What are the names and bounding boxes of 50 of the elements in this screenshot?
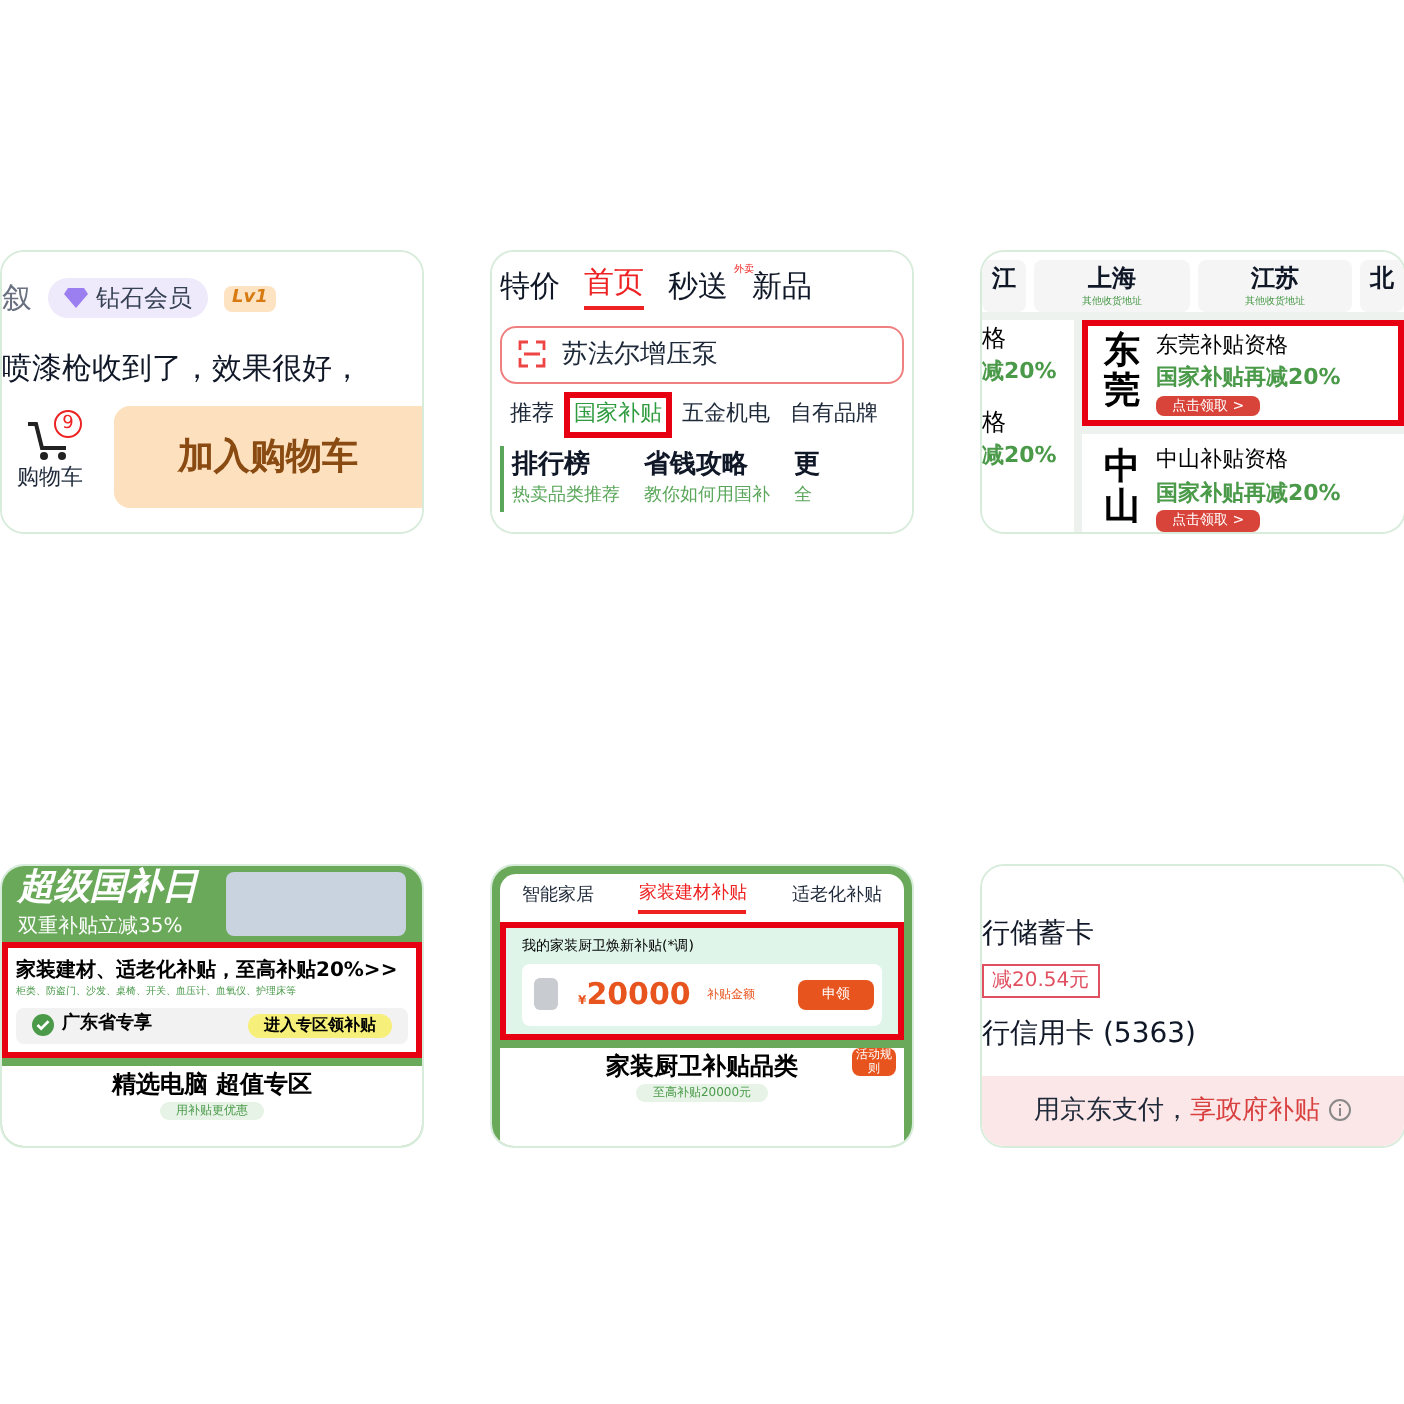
region-title: 中山补贴资格	[1156, 444, 1288, 476]
top-tab[interactable]: 新品	[752, 264, 812, 309]
category-tab[interactable]: 五金机电	[672, 392, 780, 437]
info-icon	[1328, 1098, 1352, 1123]
region-label: 广东省专享	[62, 1012, 152, 1038]
review-text: 喷漆枪收到了，效果很好，	[2, 347, 364, 389]
bank-card-name: 行储蓄卡	[982, 916, 1094, 954]
region-offer: 国家补贴再减20%	[1156, 362, 1341, 394]
card-title: 省钱攻略	[644, 447, 750, 483]
row-title: 格	[982, 406, 1008, 440]
shield-check-icon	[32, 1014, 54, 1037]
city-tab[interactable]: 上海	[1087, 260, 1136, 296]
row-title: 格	[982, 321, 1008, 355]
city-label: 东莞	[1104, 332, 1140, 413]
user-name: 叙	[2, 278, 32, 320]
city-label: 中山	[1104, 447, 1140, 528]
section-title: 家装厨卫补贴品类	[606, 1049, 798, 1083]
member-badge: 钻石会员	[48, 278, 208, 319]
banner-subtitle: 双重补贴立减35%	[18, 913, 185, 941]
region-title: 东莞补贴资格	[1156, 329, 1288, 361]
level-badge: Lv1	[224, 285, 276, 312]
banner-text: 用京东支付，享政府补贴	[1034, 1093, 1320, 1129]
row-offer: 减20%	[982, 355, 1059, 387]
category-tab[interactable]: 自有品牌	[780, 392, 888, 437]
section-title: 精选电脑 超值专区	[111, 1067, 313, 1101]
top-tab[interactable]: 首页	[584, 260, 644, 309]
discount-tag: 减20.54元	[982, 964, 1100, 998]
card-title: 排行榜	[512, 447, 592, 483]
card-title: 更	[794, 447, 820, 483]
category-tab[interactable]: 推荐	[500, 392, 564, 437]
cart-count: 9	[54, 410, 82, 439]
category-tab[interactable]: 国家补贴	[564, 392, 672, 437]
subsidy-tab[interactable]: 智能家居	[522, 882, 595, 913]
card-subtitle: 热卖品类推荐	[512, 484, 620, 510]
banner-title: 超级国补日	[18, 866, 198, 911]
add-to-cart-button[interactable]: 加入购物车	[114, 406, 422, 508]
enter-zone-button[interactable]: 进入专区领补贴	[248, 1013, 392, 1038]
city-tab[interactable]: 江苏	[1250, 260, 1299, 296]
diamond-icon	[64, 288, 88, 309]
top-tab[interactable]: 特价	[500, 264, 560, 309]
scan-icon	[518, 340, 546, 369]
bank-card-name: 行信用卡 (5363)	[982, 1016, 1197, 1054]
subsidy-tab[interactable]: 家装建材补贴	[638, 882, 747, 913]
region-offer: 国家补贴再减20%	[1156, 477, 1341, 509]
card-subtitle: 全	[794, 484, 814, 510]
subsidy-tab[interactable]: 适老化补贴	[791, 882, 882, 913]
card-subtitle: 教你如何用国补	[644, 484, 770, 510]
row-offer: 减20%	[982, 440, 1059, 472]
offer-title: 家装建材、适老化补贴，至高补贴20%>>	[16, 956, 400, 985]
search-field[interactable]: 苏法尔增压泵	[500, 325, 904, 384]
